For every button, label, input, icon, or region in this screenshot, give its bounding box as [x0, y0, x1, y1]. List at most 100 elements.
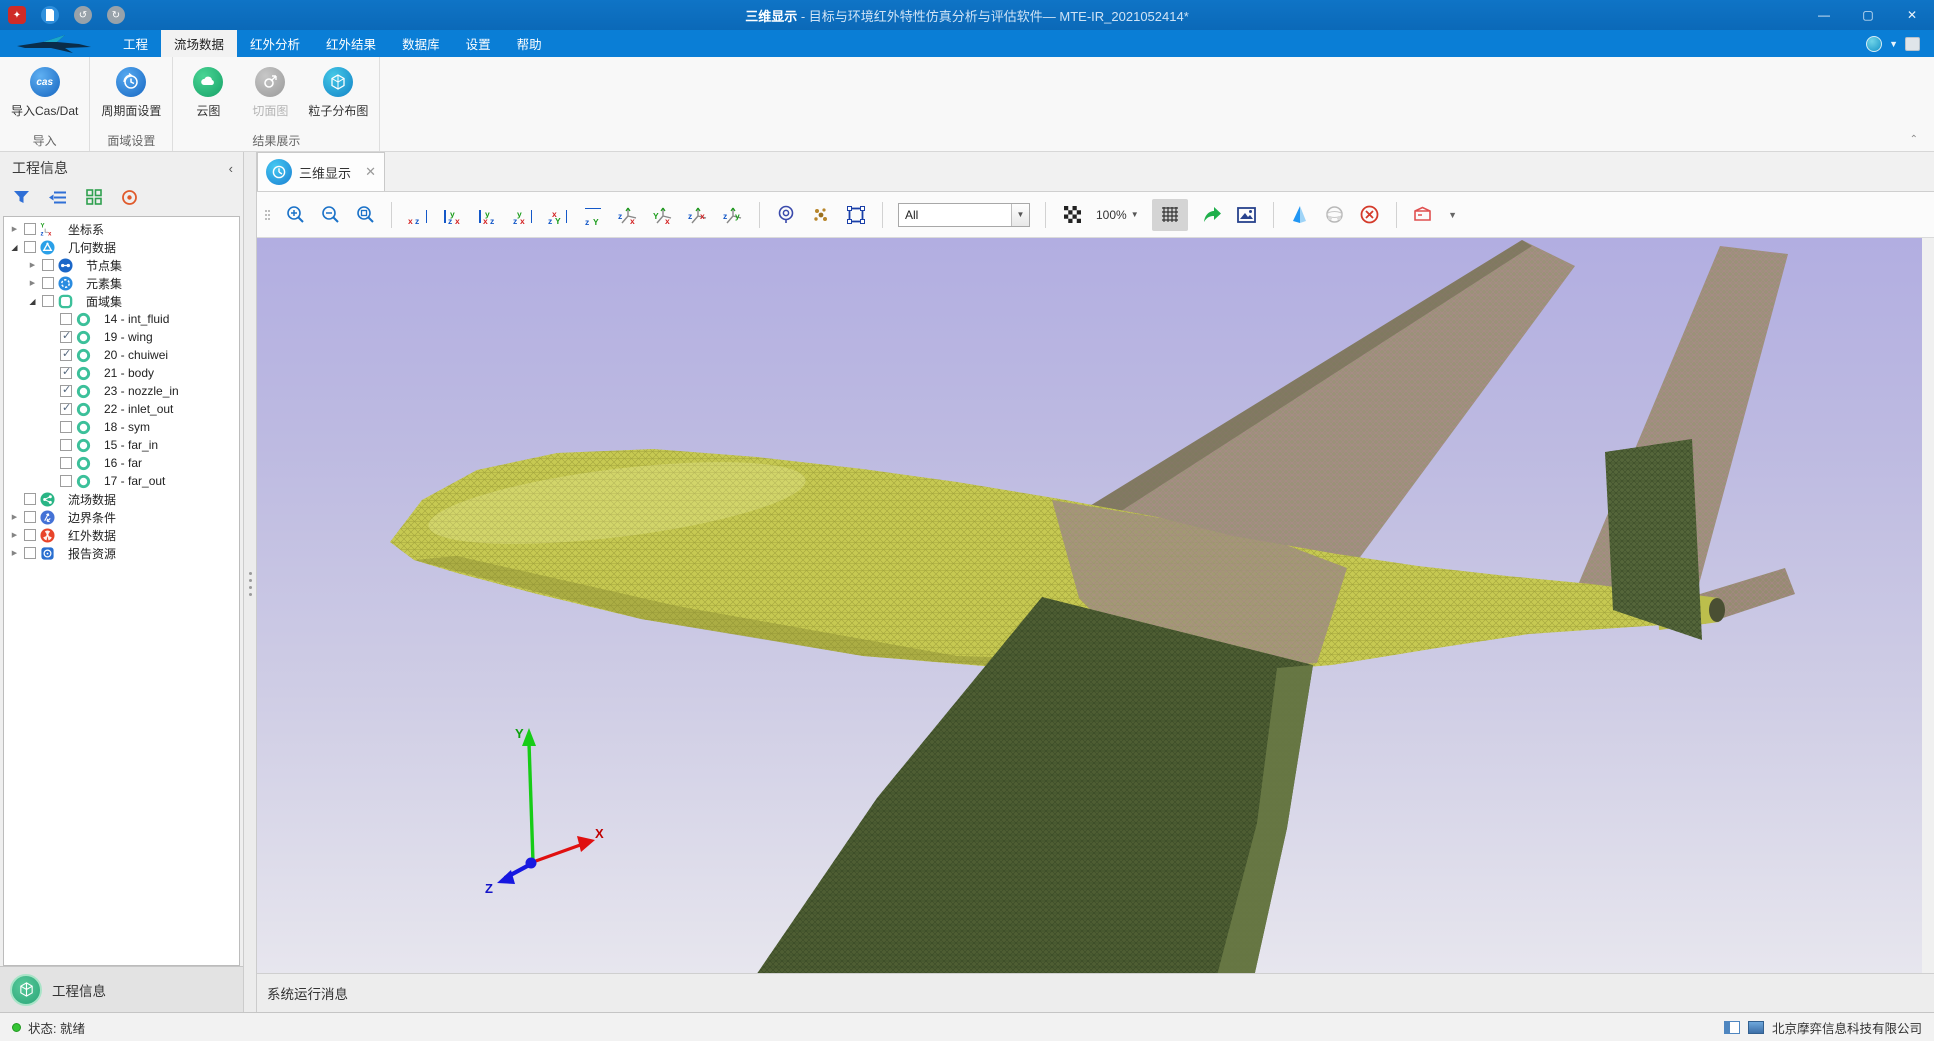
view-iso-2-button[interactable]: Yx	[652, 204, 674, 226]
viewport-3d[interactable]: X Y Z	[257, 238, 1922, 973]
panel-footer[interactable]: 工程信息	[0, 966, 243, 1012]
tree-item[interactable]: 14 - int_fluid	[4, 310, 239, 328]
expand-arrow-icon[interactable]: ▶	[27, 261, 38, 269]
filter-icon[interactable]	[13, 189, 30, 208]
tree-checkbox[interactable]	[24, 547, 36, 559]
menu-item-settings[interactable]: 设置	[453, 30, 504, 57]
snapshot-icon[interactable]	[1236, 204, 1258, 226]
layout-window-icon[interactable]	[1748, 1021, 1764, 1034]
display-filter-combobox[interactable]: All ▼	[898, 203, 1030, 227]
expand-arrow-icon[interactable]: ▶	[9, 513, 20, 521]
grid-toggle-button[interactable]	[1152, 199, 1188, 231]
view-top-button[interactable]: zYx	[547, 204, 569, 226]
cloud-plot-button[interactable]: 云图	[179, 62, 237, 129]
tree-item[interactable]: 20 - chuiwei	[4, 346, 239, 364]
tree-item[interactable]: ▶ Yzx 坐标系	[4, 220, 239, 238]
tree-checkbox[interactable]	[60, 313, 72, 325]
tree-item[interactable]: 17 - far_out	[4, 472, 239, 490]
view-front-button[interactable]: xz	[407, 204, 429, 226]
tree-item[interactable]: 22 - inlet_out	[4, 400, 239, 418]
zoom-fit-icon[interactable]	[354, 204, 376, 226]
pin-icon[interactable]: ✦	[8, 6, 26, 24]
zoom-level-dropdown[interactable]: 100% ▼	[1096, 208, 1139, 222]
clip-box-icon[interactable]	[1412, 204, 1434, 226]
tree-checkbox[interactable]	[60, 403, 72, 415]
tree-item[interactable]: 18 - sym	[4, 418, 239, 436]
tab-close-icon[interactable]: ✕	[365, 164, 376, 180]
undo-icon[interactable]: ↺	[74, 6, 92, 24]
tree-checkbox[interactable]	[24, 511, 36, 523]
view-iso-1-button[interactable]: zx	[617, 204, 639, 226]
layout-panel-icon[interactable]	[1724, 1021, 1740, 1034]
tree-item[interactable]: ◢ 几何数据	[4, 238, 239, 256]
window-style-icon[interactable]	[1905, 37, 1920, 51]
menu-item-ir-analysis[interactable]: 红外分析	[237, 30, 313, 57]
tree-item[interactable]: ▶ 元素集	[4, 274, 239, 292]
clip-caret-icon[interactable]: ▼	[1447, 204, 1459, 226]
expand-arrow-icon[interactable]: ◢	[27, 297, 38, 306]
mirror-icon[interactable]	[1289, 204, 1311, 226]
toolbar-drag-handle[interactable]	[265, 204, 271, 226]
tree-checkbox[interactable]	[42, 259, 54, 271]
tree-checkbox[interactable]	[24, 223, 36, 235]
zoom-out-icon[interactable]	[319, 204, 341, 226]
tree-checkbox[interactable]	[24, 493, 36, 505]
tree-checkbox[interactable]	[42, 295, 54, 307]
tree-checkbox[interactable]	[60, 385, 72, 397]
expand-arrow-icon[interactable]: ◢	[9, 243, 20, 252]
collapse-list-icon[interactable]	[49, 190, 67, 208]
expand-arrow-icon[interactable]: ▶	[27, 279, 38, 287]
delete-icon[interactable]	[1359, 204, 1381, 226]
redo-icon[interactable]: ↻	[107, 6, 125, 24]
tree-checkbox[interactable]	[60, 475, 72, 487]
tree-item[interactable]: 21 - body	[4, 364, 239, 382]
panel-collapse-icon[interactable]: ‹	[229, 161, 233, 176]
close-button[interactable]: ✕	[1890, 0, 1934, 30]
combobox-caret-icon[interactable]: ▼	[1011, 204, 1029, 226]
ribbon-collapse-icon[interactable]: ⌃	[1910, 134, 1918, 145]
tab-3d-display[interactable]: 三维显示 ✕	[257, 152, 385, 191]
tree-item[interactable]: 19 - wing	[4, 328, 239, 346]
probe-icon[interactable]	[775, 204, 797, 226]
tree-checkbox[interactable]	[60, 367, 72, 379]
tree-checkbox[interactable]	[24, 241, 36, 253]
tree-checkbox[interactable]	[60, 331, 72, 343]
view-iso-3-button[interactable]: zx	[687, 204, 709, 226]
tree-checkbox[interactable]	[60, 457, 72, 469]
menu-item-help[interactable]: 帮助	[504, 30, 555, 57]
zoom-in-icon[interactable]	[284, 204, 306, 226]
tree-item[interactable]: ▶ 红外数据	[4, 526, 239, 544]
tree-item[interactable]: 15 - far_in	[4, 436, 239, 454]
tree-item[interactable]: 23 - nozzle_in	[4, 382, 239, 400]
tree-checkbox[interactable]	[60, 349, 72, 361]
view-iso-4-button[interactable]: zy	[722, 204, 744, 226]
particle-plot-button[interactable]: 粒子分布图	[303, 62, 373, 129]
tree-item[interactable]: 流场数据	[4, 490, 239, 508]
select-rect-icon[interactable]	[845, 204, 867, 226]
expand-arrow-icon[interactable]: ▶	[9, 549, 20, 557]
menu-item-ir-result[interactable]: 红外结果	[313, 30, 389, 57]
import-cas-dat-button[interactable]: cas 导入Cas/Dat	[6, 62, 83, 129]
tree-checkbox[interactable]	[42, 277, 54, 289]
view-back-button[interactable]: zxy	[442, 204, 464, 226]
menu-item-engineering[interactable]: 工程	[110, 30, 161, 57]
maximize-button[interactable]: ▢	[1846, 0, 1890, 30]
dropdown-caret-icon[interactable]: ▼	[1889, 39, 1898, 49]
tree-item[interactable]: ▶ 节点集	[4, 256, 239, 274]
tree-item[interactable]: ▶ 边界条件	[4, 508, 239, 526]
document-icon[interactable]	[41, 6, 59, 24]
view-right-button[interactable]: zxy	[512, 204, 534, 226]
locate-icon[interactable]	[121, 189, 138, 209]
tree-checkbox[interactable]	[24, 529, 36, 541]
expand-arrow-icon[interactable]: ▶	[9, 531, 20, 539]
tree-item[interactable]: ◢ 面域集	[4, 292, 239, 310]
expand-arrow-icon[interactable]: ▶	[9, 225, 20, 233]
tree-checkbox[interactable]	[60, 421, 72, 433]
tree-item[interactable]: 16 - far	[4, 454, 239, 472]
view-left-button[interactable]: xzy	[477, 204, 499, 226]
message-panel[interactable]: 系统运行消息	[257, 973, 1934, 1012]
menu-item-database[interactable]: 数据库	[389, 30, 453, 57]
particles-icon[interactable]	[810, 204, 832, 226]
tree-checkbox[interactable]	[60, 439, 72, 451]
panel-splitter[interactable]	[243, 152, 257, 1012]
